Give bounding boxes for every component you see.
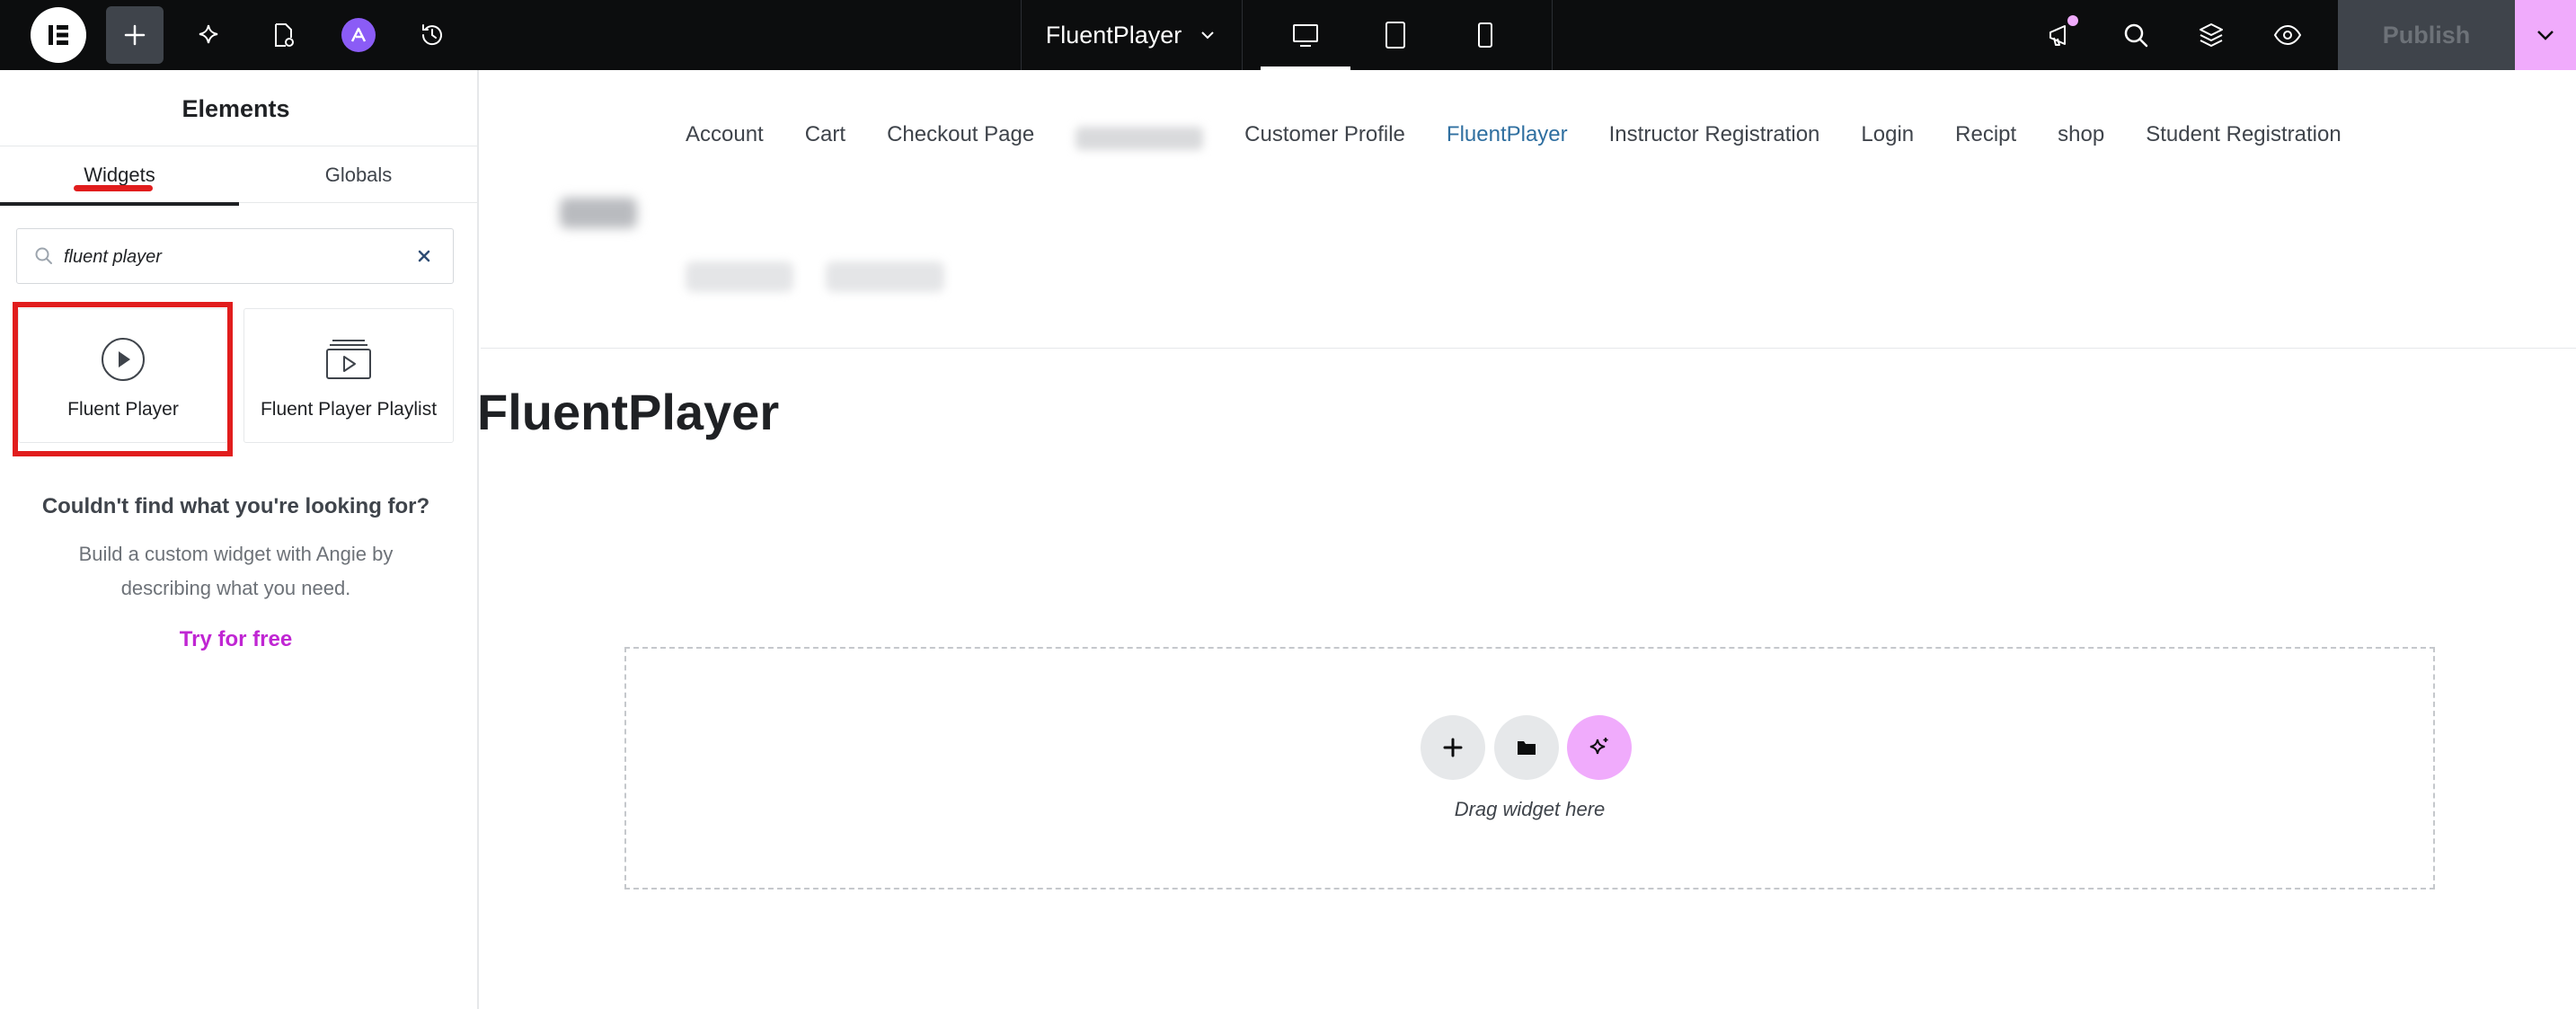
tablet-icon [1385,22,1405,49]
editor-canvas: Account Cart Checkout Page Customer Prof… [477,70,2576,1009]
try-for-free-link[interactable]: Try for free [0,627,472,652]
page-settings-button[interactable] [254,6,312,64]
desktop-view-button[interactable] [1261,0,1350,70]
clear-search-button[interactable] [412,243,437,269]
nav-item-account[interactable]: Account [686,122,764,155]
search-input[interactable] [64,240,414,274]
desktop-icon [1293,24,1318,47]
nav-item-checkout-page[interactable]: Checkout Page [887,122,1034,155]
site-navigation: Account Cart Checkout Page Customer Prof… [686,122,2341,155]
preview-button[interactable] [2259,6,2316,64]
panel-title: Elements [181,95,290,122]
notification-dot [2067,15,2078,26]
widget-fluent-player-playlist[interactable]: Fluent Player Playlist [243,308,454,443]
mobile-view-button[interactable] [1440,0,1530,70]
panel-tabs: Widgets Globals [0,146,479,206]
drop-zone-label: Drag widget here [1454,798,1606,820]
notifications-button[interactable] [2032,6,2089,64]
mobile-icon [1478,22,1492,48]
widget-search [16,228,454,284]
site-logo-blurred [560,198,637,228]
tab-globals[interactable]: Globals [239,146,478,204]
nav-item-shop[interactable]: shop [2058,122,2104,155]
sparkle-icon [199,24,218,44]
search-icon [35,247,52,264]
add-element-button[interactable] [106,6,164,64]
tab-widgets[interactable]: Widgets [0,146,239,206]
annotation-underline [74,185,153,191]
history-button[interactable] [403,6,461,64]
top-bar: FluentPlayer Publish [0,0,2576,70]
publish-options-button[interactable] [2515,0,2576,70]
page-settings-icon [275,23,294,47]
nav-item-login[interactable]: Login [1861,122,1914,155]
header-link-blurred[interactable] [826,261,944,292]
eye-icon [2273,24,2302,46]
elements-panel: Elements Widgets Globals Fluent Player F… [0,70,479,1009]
publish-button[interactable]: Publish [2338,0,2515,70]
search-icon [2124,23,2148,48]
page-title: FluentPlayer [477,384,780,440]
document-title: FluentPlayer [1045,21,1182,49]
nav-item-cart[interactable]: Cart [805,122,845,155]
plus-icon [124,24,146,46]
chevron-down-icon [2537,31,2554,40]
tablet-view-button[interactable] [1350,0,1440,70]
header-divider [481,348,2576,349]
document-title-dropdown[interactable]: FluentPlayer [1021,0,1243,70]
search-button[interactable] [2107,6,2164,64]
not-found-text: Build a custom widget with Angie by desc… [78,543,394,599]
nav-item-customer-profile[interactable]: Customer Profile [1244,122,1405,155]
angie-icon [350,27,367,42]
chevron-down-icon [1201,31,1214,40]
nav-item-recipt[interactable]: Recipt [1955,122,2016,155]
angie-button[interactable] [341,18,376,52]
nav-item-instructor-registration[interactable]: Instructor Registration [1609,122,1820,155]
playlist-icon [326,340,371,379]
device-switcher [1243,0,1553,70]
ai-build-button[interactable] [1567,715,1632,780]
nav-item-fluentplayer[interactable]: FluentPlayer [1447,122,1568,155]
nav-item-student-registration[interactable]: Student Registration [2146,122,2341,155]
plus-icon [1443,738,1463,757]
add-template-button[interactable] [1494,715,1559,780]
ai-sparkle-icon [1589,738,1608,755]
not-found-title: Couldn't find what you're looking for? [41,494,430,518]
annotation-highlight-box [13,302,233,456]
close-icon [418,250,430,262]
widget-drop-zone[interactable]: Drag widget here [624,647,2435,890]
layers-icon [2200,23,2223,47]
add-section-button[interactable] [1421,715,1485,780]
nav-item-blurred[interactable] [1076,127,1204,150]
elementor-logo-icon[interactable] [31,7,86,63]
widget-label: Fluent Player Playlist [260,399,438,420]
ai-button[interactable] [180,6,237,64]
folder-icon [1518,741,1536,755]
header-link-blurred[interactable] [686,261,793,292]
structure-button[interactable] [2182,6,2240,64]
history-icon [421,24,442,46]
